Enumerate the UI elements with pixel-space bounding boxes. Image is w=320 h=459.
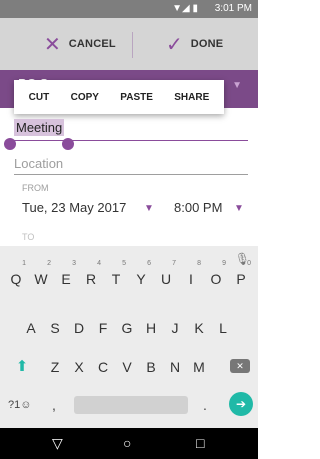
check-icon: ✓ [166, 33, 183, 56]
comma-key[interactable]: , [52, 390, 68, 420]
key-i[interactable]: I8 [182, 260, 201, 294]
from-time[interactable]: 8:00 PM [174, 200, 222, 215]
key-g[interactable]: G [118, 313, 136, 343]
cut-button[interactable]: CUT [29, 92, 50, 103]
space-bar[interactable] [74, 396, 188, 414]
key-x[interactable]: X [70, 352, 88, 382]
key-v[interactable]: V [118, 352, 136, 382]
status-time: 3:01 PM [214, 3, 252, 14]
key-a[interactable]: A [22, 313, 40, 343]
to-label: TO [22, 232, 35, 242]
cancel-label: CANCEL [68, 38, 116, 50]
key-b[interactable]: B [142, 352, 160, 382]
key-c[interactable]: C [94, 352, 112, 382]
backspace-icon[interactable]: ✕ [230, 359, 250, 373]
from-row: Tue, 23 May 2017 ▼ 8:00 PM ▼ [22, 198, 248, 220]
key-o[interactable]: O9 [207, 260, 226, 294]
keyboard-row-4: ?1☺ , . ➔ [0, 390, 258, 420]
selected-text[interactable]: Meeting [14, 119, 65, 136]
key-s[interactable]: S [46, 313, 64, 343]
status-icons: ▼◢ ▮ [172, 3, 198, 14]
done-button[interactable]: ✓ DONE [166, 18, 223, 70]
share-button[interactable]: SHARE [174, 92, 209, 103]
date-dropdown-icon[interactable]: ▼ [144, 203, 154, 214]
shift-icon[interactable]: ⬆ [12, 352, 32, 382]
key-f[interactable]: F [94, 313, 112, 343]
key-m[interactable]: M [190, 352, 208, 382]
chevron-down-icon: ▼ [232, 80, 242, 91]
key-r[interactable]: R4 [82, 260, 101, 294]
paste-button[interactable]: PASTE [120, 92, 153, 103]
text-selection-toolbar: CUT COPY PASTE SHARE [14, 80, 224, 114]
from-date[interactable]: Tue, 23 May 2017 [22, 200, 126, 215]
time-dropdown-icon[interactable]: ▼ [234, 203, 244, 214]
location-placeholder: Location [14, 156, 64, 171]
home-icon[interactable]: ○ [123, 434, 131, 452]
period-key[interactable]: . [203, 390, 219, 420]
status-bar: ▼◢ ▮ 3:01 PM [0, 0, 258, 18]
key-k[interactable]: K [190, 313, 208, 343]
done-label: DONE [190, 38, 224, 50]
soft-keyboard: 🎙 Q1 W2 E3 R4 T5 Y6 U7 I8 O9 P0 A S D F … [0, 246, 258, 428]
keyboard-row-3: ⬆ Z X C V B N M ✕ [0, 352, 258, 382]
location-underline [14, 174, 248, 175]
key-e[interactable]: E3 [57, 260, 76, 294]
key-p[interactable]: P0 [232, 260, 251, 294]
title-field[interactable]: Meeting [14, 118, 248, 142]
key-t[interactable]: T5 [107, 260, 126, 294]
cancel-button[interactable]: ✕ CANCEL [44, 18, 116, 70]
key-l[interactable]: L [214, 313, 232, 343]
back-icon[interactable]: ▽ [52, 434, 63, 452]
key-y[interactable]: Y6 [132, 260, 151, 294]
key-d[interactable]: D [70, 313, 88, 343]
navigation-bar: ▽ ○ □ [0, 428, 258, 459]
selection-handle-end[interactable] [62, 138, 74, 150]
close-icon: ✕ [44, 33, 61, 56]
key-z[interactable]: Z [46, 352, 64, 382]
enter-arrow-icon[interactable]: ➔ [229, 392, 253, 416]
key-u[interactable]: U7 [157, 260, 176, 294]
action-divider [132, 32, 133, 58]
from-label: FROM [22, 183, 49, 193]
key-j[interactable]: J [166, 313, 184, 343]
keyboard-row-2: A S D F G H J K L [0, 313, 258, 343]
key-n[interactable]: N [166, 352, 184, 382]
selection-handle-start[interactable] [4, 138, 16, 150]
key-q[interactable]: Q1 [7, 260, 26, 294]
action-bar: ✕ CANCEL ✓ DONE [0, 18, 258, 70]
recents-icon[interactable]: □ [196, 434, 204, 452]
key-h[interactable]: H [142, 313, 160, 343]
keyboard-row-1: Q1 W2 E3 R4 T5 Y6 U7 I8 O9 P0 [0, 260, 258, 294]
key-w[interactable]: W2 [32, 260, 51, 294]
copy-button[interactable]: COPY [71, 92, 99, 103]
symbols-key[interactable]: ?1☺ [8, 390, 38, 420]
title-underline [14, 140, 248, 141]
location-field[interactable]: Location [14, 152, 248, 178]
